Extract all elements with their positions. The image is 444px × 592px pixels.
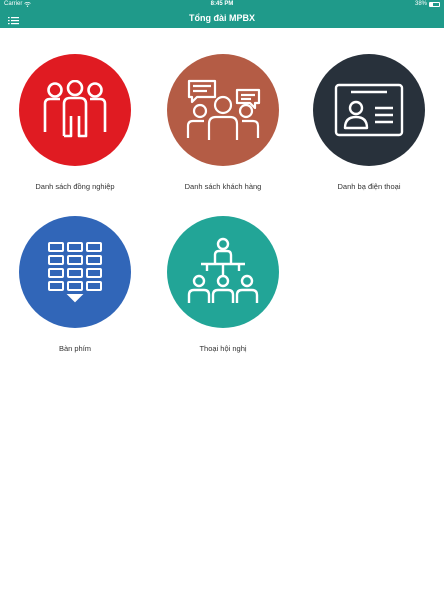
conference-icon [187, 237, 259, 303]
keypad-circle [19, 216, 131, 328]
tile-label: Thoại hội nghị [199, 344, 247, 353]
status-bar: Carrier 8:45 PM 38% [0, 0, 444, 9]
battery-percent: 38% [414, 1, 427, 7]
tile-customers[interactable]: Danh sách khách hàng [153, 54, 293, 191]
nav-bar: Tổng đài MPBX [0, 9, 444, 28]
conference-circle [167, 216, 279, 328]
battery-fill [430, 3, 434, 6]
tile-label: Bàn phím [58, 344, 92, 353]
tile-conference[interactable]: Thoại hội nghị [153, 216, 293, 353]
contact-card-icon [334, 83, 404, 137]
page-title: Tổng đài MPBX [189, 13, 255, 23]
tile-phonebook[interactable]: Danh bạ điện thoại [299, 54, 439, 191]
tile-label: Danh bạ điện thoại [337, 182, 401, 191]
phonebook-circle [313, 54, 425, 166]
battery-indicator: 38% [415, 0, 440, 9]
tile-label: Danh sách khách hàng [184, 182, 262, 191]
colleagues-icon [43, 80, 107, 138]
keypad-icon [48, 242, 102, 303]
tile-colleagues[interactable]: Danh sách đồng nghiệp [5, 54, 145, 191]
tile-label: Danh sách đồng nghiệp [35, 182, 115, 191]
battery-icon [429, 2, 440, 7]
colleagues-circle [19, 54, 131, 166]
tile-keypad[interactable]: Bàn phím [5, 216, 145, 353]
status-time: 8:45 PM [210, 1, 234, 7]
customers-circle [167, 54, 279, 166]
customers-icon [186, 79, 261, 140]
